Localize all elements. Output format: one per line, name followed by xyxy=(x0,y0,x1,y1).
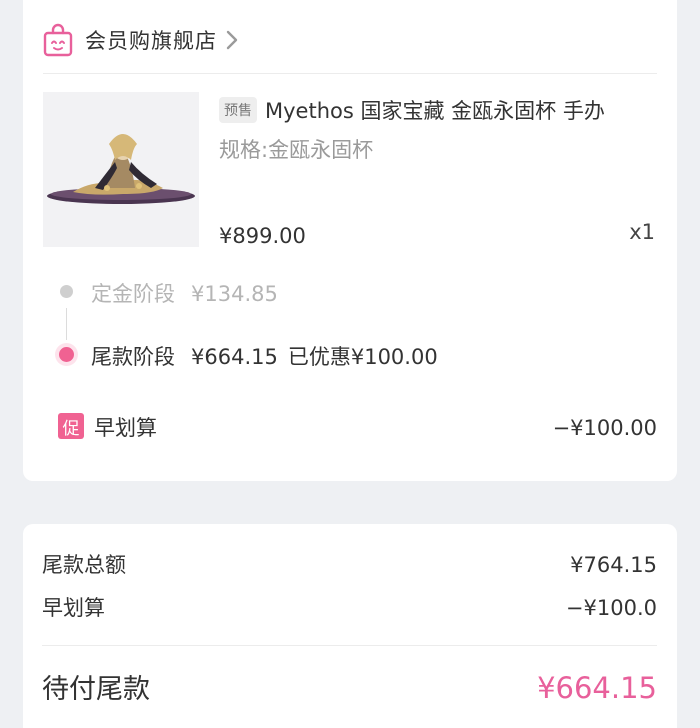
product-image[interactable] xyxy=(43,92,199,247)
divider xyxy=(43,73,657,74)
early-discount-label: 早划算 xyxy=(42,596,105,620)
promo-amount: −¥100.00 xyxy=(552,416,657,440)
final-stage-discount: 已优惠¥100.00 xyxy=(287,345,438,369)
amount-due-row: 待付尾款 ¥664.15 xyxy=(42,667,657,706)
store-name: 会员购旗舰店 xyxy=(85,29,217,53)
promo-badge: 促 xyxy=(58,413,84,439)
early-discount-row: 早划算 −¥100.0 xyxy=(42,592,657,622)
final-total-value: ¥764.15 xyxy=(570,553,657,577)
promo-label: 早划算 xyxy=(94,416,157,440)
deposit-stage: 定金阶段 ¥134.85 xyxy=(91,278,278,308)
final-stage: 尾款阶段 ¥664.15 已优惠¥100.00 xyxy=(91,341,438,371)
chevron-right-icon xyxy=(217,29,239,51)
order-card: 会员购旗舰店 预售 Myethos 国家宝藏 金瓯永固杯 手办 规格:金瓯永固杯… xyxy=(23,0,677,481)
product-spec: 规格:金瓯永固杯 xyxy=(219,138,374,162)
shopping-bag-icon xyxy=(43,23,73,57)
deposit-stage-label: 定金阶段 xyxy=(91,282,175,306)
product-title: Myethos 国家宝藏 金瓯永固杯 手办 xyxy=(265,99,605,123)
final-total-row: 尾款总额 ¥764.15 xyxy=(42,549,657,579)
product-title-row[interactable]: 预售 Myethos 国家宝藏 金瓯永固杯 手办 xyxy=(219,95,657,125)
payment-summary-card: 尾款总额 ¥764.15 早划算 −¥100.0 待付尾款 ¥664.15 xyxy=(23,524,677,728)
amount-due-label: 待付尾款 xyxy=(42,674,150,705)
amount-due-value: ¥664.15 xyxy=(537,671,657,705)
deposit-stage-amount: ¥134.85 xyxy=(191,282,278,306)
presale-tag: 预售 xyxy=(219,97,257,123)
final-stage-amount: ¥664.15 xyxy=(191,345,278,369)
final-stage-label: 尾款阶段 xyxy=(91,345,175,369)
store-header[interactable]: 会员购旗舰店 xyxy=(43,22,239,58)
deposit-stage-dot xyxy=(60,285,73,298)
stage-connector-line xyxy=(66,308,67,340)
product-quantity: x1 xyxy=(629,220,655,244)
final-total-label: 尾款总额 xyxy=(42,553,126,577)
early-discount-value: −¥100.0 xyxy=(565,596,657,620)
final-stage-dot xyxy=(59,347,74,362)
divider xyxy=(42,645,657,646)
product-price: ¥899.00 xyxy=(219,224,306,248)
